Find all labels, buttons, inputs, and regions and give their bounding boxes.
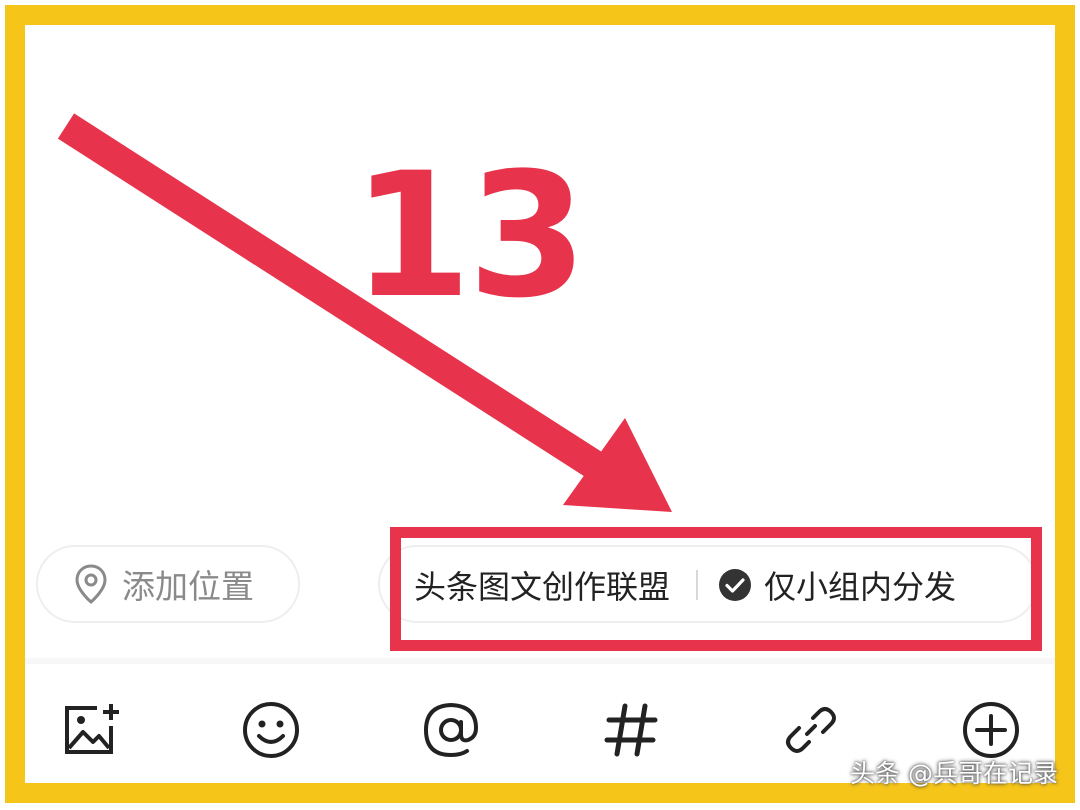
add-image-button[interactable] [55, 694, 127, 766]
mention-button[interactable] [415, 694, 487, 766]
divider [696, 570, 699, 600]
emoji-icon [243, 702, 299, 758]
emoji-button[interactable] [235, 694, 307, 766]
group-only-option-label[interactable]: 仅小组内分发 [764, 562, 956, 608]
link-icon [786, 707, 836, 753]
group-name[interactable]: 头条图文创作联盟 [414, 562, 670, 608]
mention-icon [423, 702, 479, 758]
hashtag-icon [604, 703, 658, 757]
hashtag-button[interactable] [595, 694, 667, 766]
location-pin-icon [75, 564, 107, 604]
add-location-button[interactable]: 添加位置 [36, 545, 300, 623]
add-location-label: 添加位置 [122, 567, 254, 606]
add-image-icon [65, 704, 119, 754]
add-more-icon [963, 702, 1019, 758]
screenshot-stage: 13 添加位置 头条图文创作联盟 仅小组内分发 头条 @兵哥在记录 [0, 0, 1080, 810]
link-button[interactable] [775, 694, 847, 766]
watermark: 头条 @兵哥在记录 [850, 759, 1058, 788]
check-circle-icon[interactable] [718, 568, 752, 602]
group-distribution-row[interactable]: 头条图文创作联盟 仅小组内分发 [414, 562, 956, 608]
arrow-head [563, 418, 672, 512]
step-number: 13 [352, 135, 587, 336]
